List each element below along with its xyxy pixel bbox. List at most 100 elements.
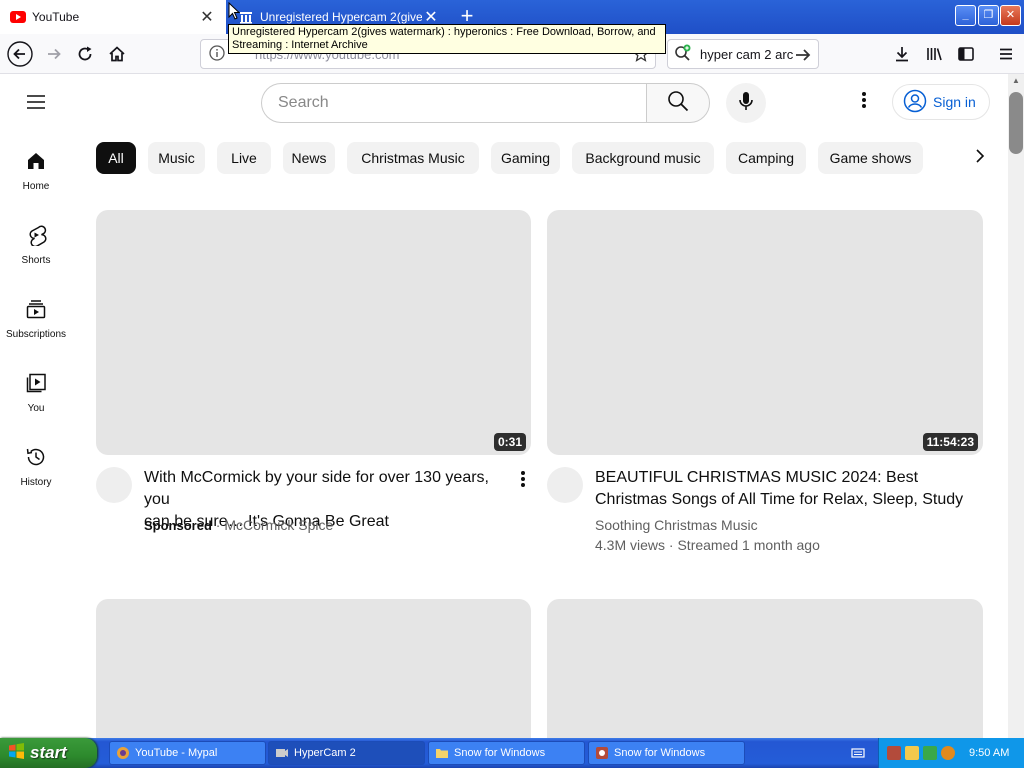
- search-placeholder: Search: [278, 94, 329, 111]
- chip-background-music[interactable]: Background music: [572, 142, 714, 174]
- video-meta: Sponsored · McCormick Spice: [144, 515, 333, 536]
- video-stats: 4.3M views · Streamed 1 month ago: [595, 537, 820, 553]
- search-box-text: hyper cam 2 arc: [700, 46, 794, 62]
- more-vertical-icon: [861, 91, 867, 114]
- chip-gaming[interactable]: Gaming: [491, 142, 560, 174]
- snow-app-icon: [595, 746, 609, 760]
- youtube-favicon-icon: [10, 9, 26, 25]
- tab-tooltip: Unregistered Hypercam 2(gives watermark)…: [228, 24, 666, 54]
- start-button[interactable]: start: [0, 738, 97, 768]
- home-icon: [25, 150, 47, 175]
- hamburger-menu-icon[interactable]: [24, 90, 48, 114]
- sidebar-item-label: You: [27, 403, 45, 414]
- sidebar-item-you[interactable]: You: [0, 352, 72, 424]
- chip-christmas-music[interactable]: Christmas Music: [347, 142, 479, 174]
- sign-in-label: Sign in: [933, 94, 976, 110]
- taskbar-item-label: Snow for Windows: [454, 747, 546, 759]
- taskbar-item-label: YouTube - Mypal: [135, 747, 218, 759]
- tab-title: Unregistered Hypercam 2(gives w: [260, 10, 422, 24]
- channel-avatar[interactable]: [96, 467, 132, 503]
- restore-button[interactable]: ❐: [978, 5, 999, 26]
- screen: YouTube ✕ Unregistered Hypercam 2(gives …: [0, 0, 1024, 768]
- tab-close-icon[interactable]: ✕: [198, 7, 216, 27]
- channel-avatar[interactable]: [547, 467, 583, 503]
- chevron-right-icon: [974, 148, 986, 169]
- app-menu-icon[interactable]: [992, 40, 1020, 68]
- sidebar-item-history[interactable]: History: [0, 426, 72, 498]
- chip-live[interactable]: Live: [217, 142, 271, 174]
- sidebar-item-shorts[interactable]: Shorts: [0, 204, 72, 276]
- archive-favicon-icon: [238, 9, 254, 25]
- subscriptions-icon: [25, 298, 47, 323]
- page-scrollbar[interactable]: [1008, 74, 1024, 738]
- library-icon[interactable]: [920, 40, 948, 68]
- security-shield-icon[interactable]: [905, 746, 919, 760]
- site-info-icon[interactable]: [209, 44, 225, 64]
- sidebar-toggle-icon[interactable]: [952, 40, 980, 68]
- video-duration: 11:54:23: [922, 433, 978, 451]
- mouse-cursor-icon: [228, 1, 241, 25]
- video-title-line: Christmas Songs of All Time for Relax, S…: [595, 491, 964, 508]
- sidebar-item-subscriptions[interactable]: Subscriptions: [0, 278, 72, 350]
- tray-app-icon[interactable]: [887, 746, 901, 760]
- youtube-search-button[interactable]: [646, 83, 710, 123]
- video-title-line: With McCormick by your side for over 130…: [144, 469, 489, 508]
- video-title[interactable]: BEAUTIFUL CHRISTMAS MUSIC 2024: Best Chr…: [595, 467, 985, 511]
- chips-next-button[interactable]: [964, 142, 996, 174]
- tab-youtube[interactable]: YouTube ✕: [0, 0, 226, 34]
- search-go-arrow-icon[interactable]: [794, 46, 812, 67]
- chip-game-shows[interactable]: Game shows: [818, 142, 923, 174]
- video-thumbnail[interactable]: [547, 599, 983, 738]
- you-icon: [25, 372, 47, 397]
- search-tray-icon[interactable]: [941, 746, 955, 760]
- keyboard-layout-icon[interactable]: [851, 746, 865, 760]
- channel-name[interactable]: · McCormick Spice: [216, 517, 333, 533]
- tab-title: YouTube: [32, 10, 80, 24]
- video-thumbnail[interactable]: 11:54:23: [547, 210, 983, 455]
- taskbar-item-hypercam[interactable]: HyperCam 2: [268, 741, 425, 765]
- chip-news[interactable]: News: [283, 142, 335, 174]
- scrollbar-thumb[interactable]: [1009, 92, 1023, 154]
- downloads-icon[interactable]: [888, 40, 916, 68]
- search-icon: [667, 90, 689, 117]
- taskbar-item-snow-folder[interactable]: Snow for Windows: [428, 741, 585, 765]
- scroll-up-icon[interactable]: ▲: [1010, 76, 1022, 88]
- shorts-icon: [25, 224, 47, 249]
- search-engine-icon[interactable]: [674, 44, 692, 65]
- history-icon: [25, 446, 47, 471]
- minimize-button[interactable]: _: [955, 5, 976, 26]
- taskbar-item-snow-app[interactable]: Snow for Windows: [588, 741, 745, 765]
- voice-search-button[interactable]: [726, 83, 766, 123]
- forward-button[interactable]: [40, 40, 68, 68]
- youtube-search-input[interactable]: Search: [261, 83, 647, 123]
- settings-more-button[interactable]: [852, 90, 876, 114]
- close-window-button[interactable]: ✕: [1000, 5, 1021, 26]
- taskbar-item-mypal[interactable]: YouTube - Mypal: [109, 741, 266, 765]
- sign-in-button[interactable]: Sign in: [892, 84, 990, 120]
- sidebar-item-label: Subscriptions: [5, 329, 67, 340]
- video-duration: 0:31: [493, 433, 526, 451]
- reload-button[interactable]: [71, 40, 99, 68]
- sidebar-item-home[interactable]: Home: [0, 130, 72, 202]
- video-menu-button[interactable]: [514, 470, 532, 490]
- sponsored-badge: Sponsored: [144, 518, 212, 533]
- hypercam-icon: [275, 746, 289, 760]
- microphone-icon: [736, 90, 756, 117]
- chip-all[interactable]: All: [96, 142, 136, 174]
- home-button[interactable]: [103, 40, 131, 68]
- mypal-browser-icon: [116, 746, 130, 760]
- video-thumbnail[interactable]: 0:31: [96, 210, 531, 455]
- search-box[interactable]: hyper cam 2 arc: [667, 39, 819, 69]
- youtube-header: Search Sign in: [0, 74, 1008, 130]
- video-thumbnail[interactable]: [96, 599, 531, 738]
- channel-name[interactable]: Soothing Christmas Music: [595, 515, 758, 535]
- chip-camping[interactable]: Camping: [726, 142, 806, 174]
- network-icon[interactable]: [923, 746, 937, 760]
- chip-music[interactable]: Music: [148, 142, 205, 174]
- sidebar-item-label: Home: [22, 181, 50, 192]
- back-button[interactable]: [6, 40, 34, 68]
- windows-taskbar: start YouTube - Mypal HyperCam 2 Snow fo…: [0, 738, 1024, 768]
- more-vertical-icon: [520, 470, 526, 490]
- folder-icon: [435, 746, 449, 760]
- clock[interactable]: 9:50 AM: [969, 747, 1009, 759]
